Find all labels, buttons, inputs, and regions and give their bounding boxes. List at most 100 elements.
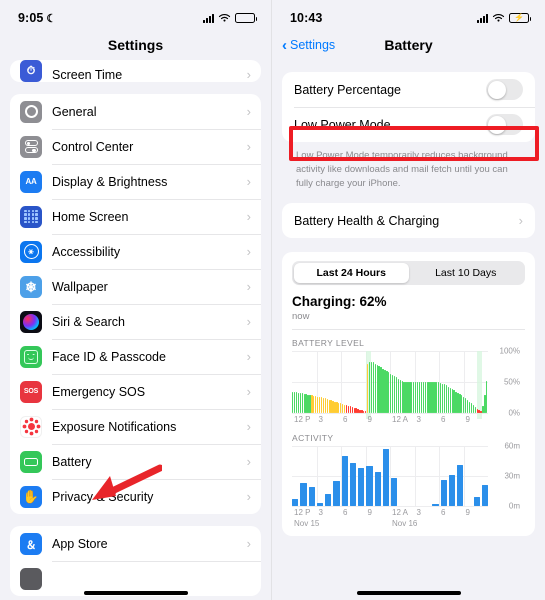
sidebar-item-label: General <box>52 104 97 119</box>
status-icons-left <box>203 13 257 23</box>
chart-bar <box>345 405 348 414</box>
chevron-right-icon: › <box>246 209 251 224</box>
battery-level-y-axis: 100% 50% 0% <box>488 347 520 418</box>
control-center-icon <box>20 135 42 158</box>
activity-x-axis: 12 P 3 6 9 12 A 3 6 9 <box>292 508 488 518</box>
back-button[interactable]: ‹ Settings <box>282 38 335 53</box>
chart-bar <box>424 382 426 414</box>
battery-health-charging-row[interactable]: Battery Health & Charging › <box>282 203 535 238</box>
chart-bar <box>299 392 302 414</box>
low-power-mode-description: Low Power Mode temporarily reduces backg… <box>296 150 508 189</box>
wallpaper-icon: ❄ <box>20 275 42 298</box>
sidebar-item-general[interactable]: General › <box>10 94 261 129</box>
x-tick-label: 12 P <box>294 415 311 425</box>
sidebar-item-control-center[interactable]: Control Center › <box>10 129 261 164</box>
chart-bar <box>349 463 356 507</box>
settings-group-store: ﹠ App Store › <box>10 526 261 596</box>
battery-level-x-axis: 12 P 3 6 9 12 A 3 6 9 <box>292 415 488 425</box>
x-tick-label: 9 <box>465 415 470 425</box>
sidebar-item-screen-time[interactable]: ⏱ Screen Time › <box>10 60 261 82</box>
chart-bar <box>320 397 323 414</box>
wallet-icon <box>20 567 42 590</box>
sidebar-item-face-id-passcode[interactable]: Face ID & Passcode › <box>10 339 261 374</box>
chart-bar <box>440 480 447 507</box>
chart-bar <box>399 379 401 414</box>
chart-bar <box>351 407 353 414</box>
low-power-mode-row[interactable]: Low Power Mode <box>282 107 535 142</box>
sidebar-item-exposure-notifications[interactable]: Exposure Notifications › <box>10 409 261 444</box>
screen-time-icon: ⏱ <box>20 60 42 82</box>
display-brightness-icon: AA <box>20 170 42 193</box>
chart-bar <box>447 386 449 414</box>
sidebar-item-label: Emergency SOS <box>52 384 146 399</box>
sidebar-item-accessibility[interactable]: ⚹ Accessibility › <box>10 234 261 269</box>
chart-bar <box>374 472 381 507</box>
x-tick-label: 6 <box>441 415 446 425</box>
status-bar-right: 10:43 ⚡ <box>272 0 545 30</box>
chart-bar <box>420 382 423 414</box>
privacy-security-icon: ✋ <box>20 485 42 508</box>
chevron-left-icon: ‹ <box>282 36 287 54</box>
chart-bar <box>374 363 376 414</box>
cellular-signal-icon <box>477 13 488 23</box>
activity-plot <box>292 446 488 508</box>
chart-bar <box>325 494 332 507</box>
battery-level-bars <box>292 351 488 414</box>
sidebar-item-emergency-sos[interactable]: SOS Emergency SOS › <box>10 374 261 409</box>
y-tick-label: 0m <box>508 501 520 511</box>
chart-bar <box>316 503 323 507</box>
sidebar-item-display-brightness[interactable]: AA Display & Brightness › <box>10 164 261 199</box>
grid-line <box>292 506 488 508</box>
page-title: Settings <box>107 37 164 53</box>
chart-bar <box>301 393 303 414</box>
chart-bar <box>297 392 300 414</box>
chart-bar <box>326 399 328 414</box>
accessibility-icon: ⚹ <box>20 240 42 263</box>
chevron-right-icon: › <box>246 279 251 294</box>
tab-last-10-days[interactable]: Last 10 Days <box>409 263 524 283</box>
sidebar-item-app-store[interactable]: ﹠ App Store › <box>10 526 261 561</box>
sidebar-item-home-screen[interactable]: Home Screen › <box>10 199 261 234</box>
tab-last-24-hours[interactable]: Last 24 Hours <box>294 263 409 284</box>
chart-bar <box>295 392 298 414</box>
x-tick-label: 12 P <box>294 508 311 518</box>
chevron-right-icon: › <box>246 314 251 329</box>
battery-health-charging-label: Battery Health & Charging <box>294 213 440 228</box>
chart-bar <box>445 385 448 414</box>
activity-chart: 12 P 3 6 9 12 A 3 6 9 Nov 15 Nov 16 60m 30m 0m <box>292 442 525 530</box>
low-power-mode-label: Low Power Mode <box>294 117 391 132</box>
time-range-segmented-control[interactable]: Last 24 Hours Last 10 Days <box>292 261 525 286</box>
chart-bar <box>349 406 351 414</box>
chart-bar <box>300 483 307 507</box>
y-tick-label: 30m <box>504 471 520 481</box>
low-power-mode-toggle[interactable] <box>486 114 523 135</box>
x-tick-label: 9 <box>367 508 372 518</box>
settings-nav-bar: Settings <box>0 30 271 60</box>
sidebar-item-label: Wallpaper <box>52 279 108 294</box>
chart-bar <box>393 376 396 414</box>
sidebar-item-siri-search[interactable]: Siri & Search › <box>10 304 261 339</box>
x-tick-label: 6 <box>441 508 446 518</box>
chevron-right-icon: › <box>246 174 251 189</box>
chart-bar <box>382 449 389 507</box>
chart-bar <box>443 384 446 414</box>
battery-percentage-toggle[interactable] <box>486 79 523 100</box>
red-arrow-annotation <box>92 464 162 500</box>
x-tick-label: 6 <box>343 508 348 518</box>
chart-bar <box>366 466 373 507</box>
sidebar-item-wallpaper[interactable]: ❄ Wallpaper › <box>10 269 261 304</box>
chart-bar <box>468 401 471 414</box>
chart-bar <box>333 481 340 507</box>
chart-bar <box>358 468 365 507</box>
sidebar-item-label: Siri & Search <box>52 314 125 329</box>
settings-scroll-area[interactable]: ⏱ Screen Time › General › Control Center… <box>0 60 271 600</box>
sidebar-item-label: Accessibility <box>52 244 121 259</box>
x-tick-label: 3 <box>318 415 323 425</box>
battery-scroll-area[interactable]: Battery Percentage Low Power Mode Low Po… <box>272 60 545 600</box>
battery-percentage-row[interactable]: Battery Percentage <box>282 72 535 107</box>
status-time-right-text: 10:43 <box>290 11 323 25</box>
chart-bar <box>418 382 421 414</box>
chart-bar <box>470 403 473 414</box>
chevron-right-icon: › <box>246 139 251 154</box>
chart-bar <box>448 475 455 507</box>
